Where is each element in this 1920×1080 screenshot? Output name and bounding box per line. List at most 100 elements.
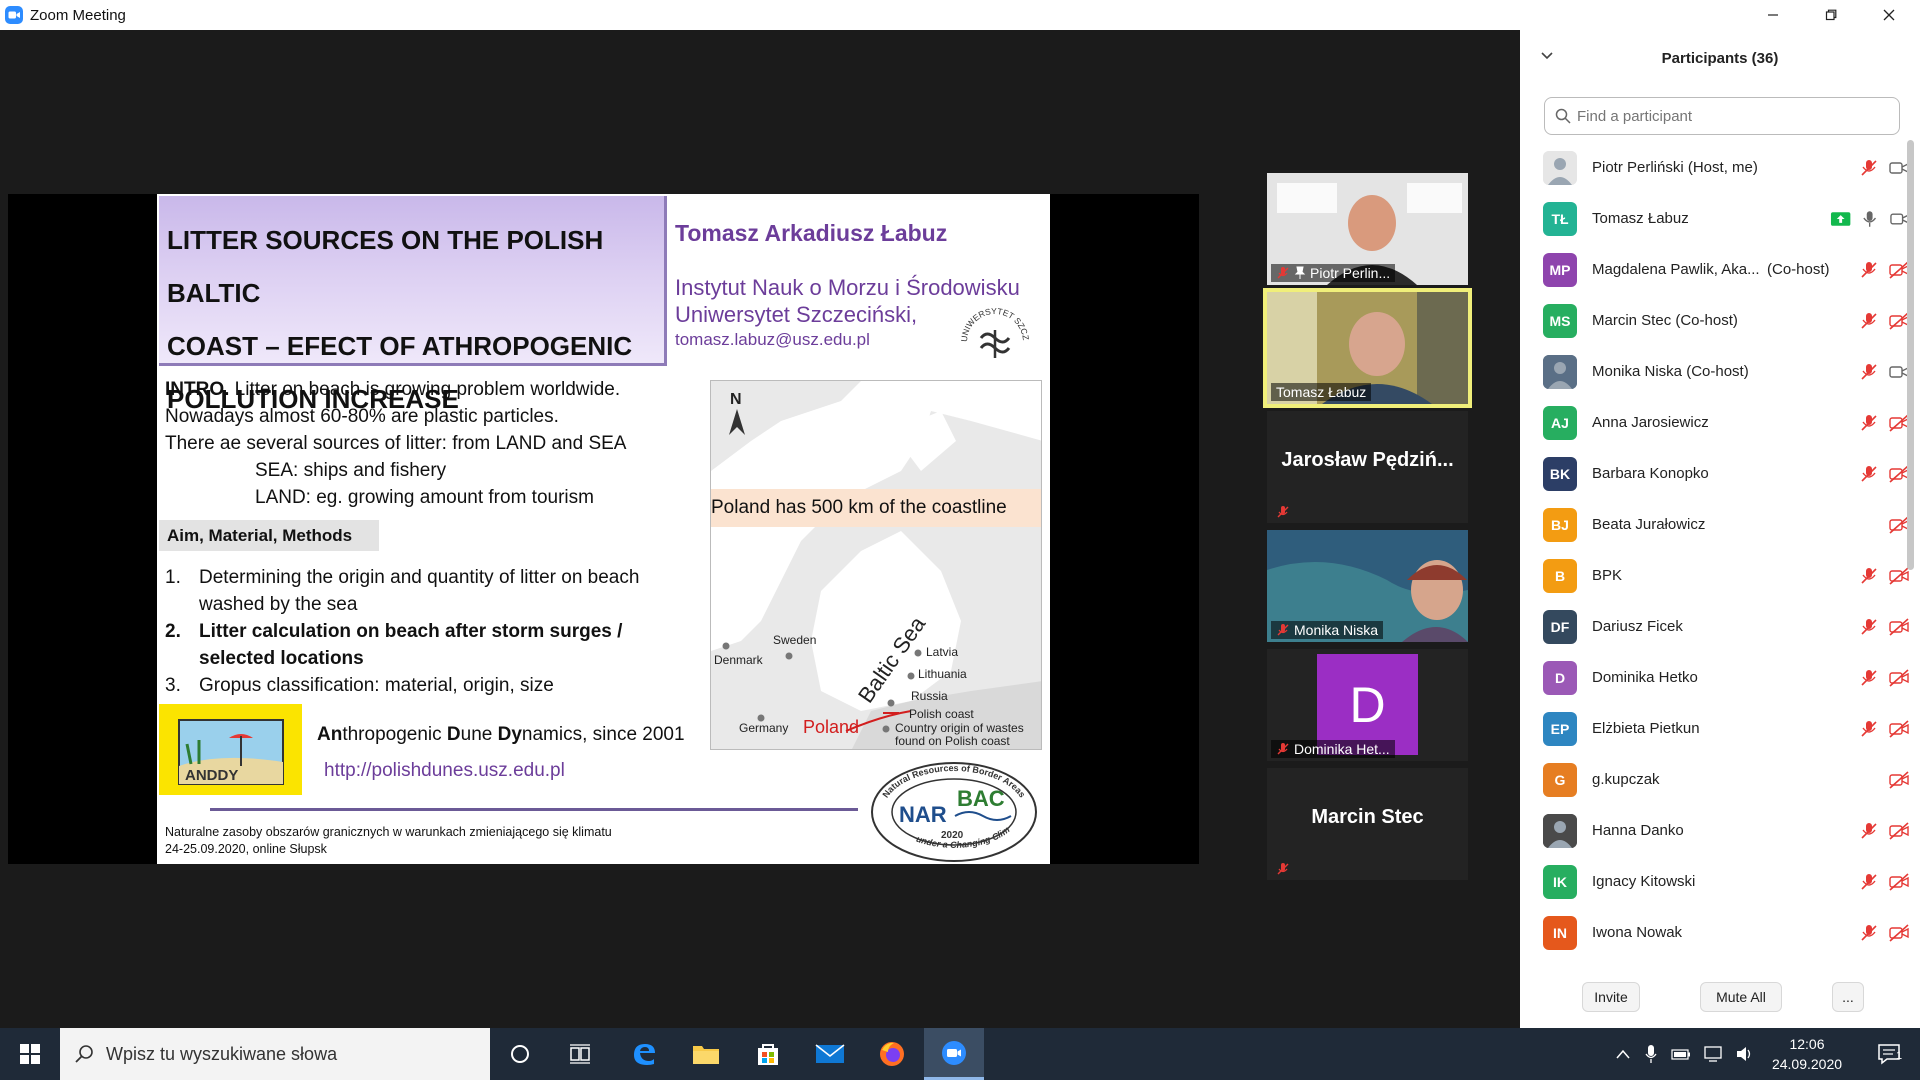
start-button[interactable] xyxy=(0,1028,60,1080)
participant-row[interactable]: IN Iwona Nowak xyxy=(1520,907,1910,958)
video-off-icon[interactable] xyxy=(1888,872,1910,892)
taskbar-search-box[interactable]: Wpisz tu wyszukiwane słowa xyxy=(60,1028,490,1080)
cortana-button[interactable] xyxy=(490,1028,550,1080)
participant-row[interactable]: D Dominika Hetko xyxy=(1520,652,1910,703)
participant-status-icons xyxy=(1830,209,1910,229)
participant-search-input[interactable] xyxy=(1577,107,1877,125)
participant-name: Ignacy Kitowski xyxy=(1592,873,1696,890)
map-coastline-note: Poland has 500 km of the coastline xyxy=(711,489,1041,527)
video-tile-jaroslaw[interactable]: Jarosław Pędziń... xyxy=(1267,411,1468,523)
participant-row[interactable]: IK Ignacy Kitowski xyxy=(1520,856,1910,907)
video-off-icon[interactable] xyxy=(1888,770,1910,790)
taskbar-zoom[interactable] xyxy=(924,1028,984,1080)
map-legend-polish-coast: Polish coast xyxy=(909,707,974,721)
mic-muted-icon xyxy=(1277,506,1289,518)
participant-row[interactable]: TŁ Tomasz Łabuz xyxy=(1520,193,1910,244)
institute-line-1: Instytut Nauk o Morzu i Środowisku xyxy=(675,275,1020,300)
taskbar-edge[interactable] xyxy=(614,1028,674,1080)
list-item: 2. Litter calculation on beach after stor… xyxy=(165,618,685,672)
edge-browser-icon xyxy=(634,1044,655,1065)
volume-icon[interactable] xyxy=(1735,1045,1755,1063)
mic-muted-icon[interactable] xyxy=(1858,260,1880,280)
clock-date: 24.09.2020 xyxy=(1771,1056,1843,1072)
action-center-button[interactable]: 1 xyxy=(1860,1028,1920,1080)
taskbar-firefox[interactable] xyxy=(862,1028,922,1080)
participant-row[interactable]: BK Barbara Konopko xyxy=(1520,448,1910,499)
mic-muted-icon[interactable] xyxy=(1858,413,1880,433)
participant-row[interactable]: Gg.kupczak xyxy=(1520,754,1910,805)
invite-button[interactable]: Invite xyxy=(1582,982,1640,1012)
restore-button[interactable] xyxy=(1802,0,1860,30)
participant-row[interactable]: EP Elżbieta Pietkun xyxy=(1520,703,1910,754)
clock-time: 12:06 xyxy=(1789,1036,1825,1052)
participant-name: Marcin Stec (Co-host) xyxy=(1592,312,1738,329)
participant-avatar: AJ xyxy=(1543,405,1577,440)
battery-icon[interactable] xyxy=(1671,1048,1691,1060)
participant-list-scrollbar[interactable] xyxy=(1907,140,1914,570)
participant-row[interactable]: BJ Beata Jurałowicz xyxy=(1520,499,1910,550)
more-options-button[interactable]: ... xyxy=(1832,982,1864,1012)
taskbar-store[interactable] xyxy=(738,1028,798,1080)
mic-muted-icon[interactable] xyxy=(1858,158,1880,178)
participant-name: Dariusz Ficek xyxy=(1592,618,1683,635)
intro-line-1: Litter on beach is growing problem world… xyxy=(229,379,621,400)
mic-muted-icon[interactable] xyxy=(1858,668,1880,688)
list-text: Gropus classification: material, origin,… xyxy=(199,675,554,696)
mic-muted-icon[interactable] xyxy=(1858,464,1880,484)
map-legend-origin-1: Country origin of wastes xyxy=(895,721,1024,735)
participant-row[interactable]: MP Magdalena Pawlik, Aka... (Co-host) xyxy=(1520,244,1910,295)
video-tile-marcin[interactable]: Marcin Stec xyxy=(1267,768,1468,880)
system-tray xyxy=(1615,1028,1755,1080)
mic-muted-icon[interactable] xyxy=(1858,821,1880,841)
participant-row[interactable]: DF Dariusz Ficek xyxy=(1520,601,1910,652)
pin-icon xyxy=(1294,266,1306,279)
mic-muted-icon[interactable] xyxy=(1858,566,1880,586)
taskbar-file-explorer[interactable] xyxy=(676,1028,736,1080)
minimize-button[interactable] xyxy=(1744,0,1802,30)
mute-all-button[interactable]: Mute All xyxy=(1700,982,1782,1012)
video-tile-tomasz[interactable]: Tomasz Łabuz xyxy=(1263,288,1472,408)
avatar-photo-icon xyxy=(1543,354,1577,389)
mic-muted-icon[interactable] xyxy=(1858,923,1880,943)
microphone-icon[interactable] xyxy=(1645,1044,1657,1064)
chevron-up-icon[interactable] xyxy=(1615,1048,1631,1060)
participant-row[interactable]: MS Marcin Stec (Co-host) xyxy=(1520,295,1910,346)
mic-muted-icon[interactable] xyxy=(1858,362,1880,382)
mic-on-icon[interactable] xyxy=(1859,209,1880,229)
participant-name: Piotr Perliński (Host, me) xyxy=(1592,159,1758,176)
network-icon[interactable] xyxy=(1703,1045,1723,1063)
polishdunes-link[interactable]: http://polishdunes.usz.edu.pl xyxy=(324,760,565,782)
participant-search-box[interactable] xyxy=(1544,97,1900,135)
participants-title: Participants (36) xyxy=(1661,49,1779,67)
intro-line-2: Nowadays almost 60-80% are plastic parti… xyxy=(165,406,559,427)
taskbar-mail[interactable] xyxy=(800,1028,860,1080)
participant-row[interactable]: B BPK xyxy=(1520,550,1910,601)
video-tile-dominika[interactable]: D Dominika Het... xyxy=(1267,649,1468,761)
tile-name-label: Piotr Perlin... xyxy=(1271,264,1396,282)
participant-name: Dominika Hetko xyxy=(1592,669,1698,686)
participant-row[interactable]: AJ Anna Jarosiewicz xyxy=(1520,397,1910,448)
andy-t2: une xyxy=(460,724,498,745)
close-window-button[interactable] xyxy=(1860,0,1918,30)
map-label-denmark: Denmark xyxy=(714,653,763,667)
search-icon xyxy=(1555,108,1571,124)
video-tile-monika[interactable]: Monika Niska xyxy=(1267,530,1468,642)
participant-row[interactable]: Monika Niska (Co-host) xyxy=(1520,346,1910,397)
video-off-icon[interactable] xyxy=(1888,923,1910,943)
taskbar-clock[interactable]: 12:06 24.09.2020 xyxy=(1757,1034,1857,1074)
mic-muted-icon[interactable] xyxy=(1858,617,1880,637)
video-off-icon[interactable] xyxy=(1888,719,1910,739)
mic-muted-icon[interactable] xyxy=(1858,872,1880,892)
mic-muted-icon[interactable] xyxy=(1858,719,1880,739)
task-view-button[interactable] xyxy=(550,1028,610,1080)
video-off-icon[interactable] xyxy=(1888,668,1910,688)
participant-row[interactable]: Piotr Perliński (Host, me) xyxy=(1520,142,1910,193)
mic-muted-icon[interactable] xyxy=(1858,311,1880,331)
tile-name: Piotr Perlin... xyxy=(1310,265,1391,281)
search-icon xyxy=(75,1045,93,1063)
video-tile-piotr[interactable]: Piotr Perlin... xyxy=(1267,173,1468,285)
avatar-photo-icon xyxy=(1543,813,1577,848)
participant-row[interactable]: Hanna Danko xyxy=(1520,805,1910,856)
video-off-icon[interactable] xyxy=(1888,617,1910,637)
video-off-icon[interactable] xyxy=(1888,821,1910,841)
